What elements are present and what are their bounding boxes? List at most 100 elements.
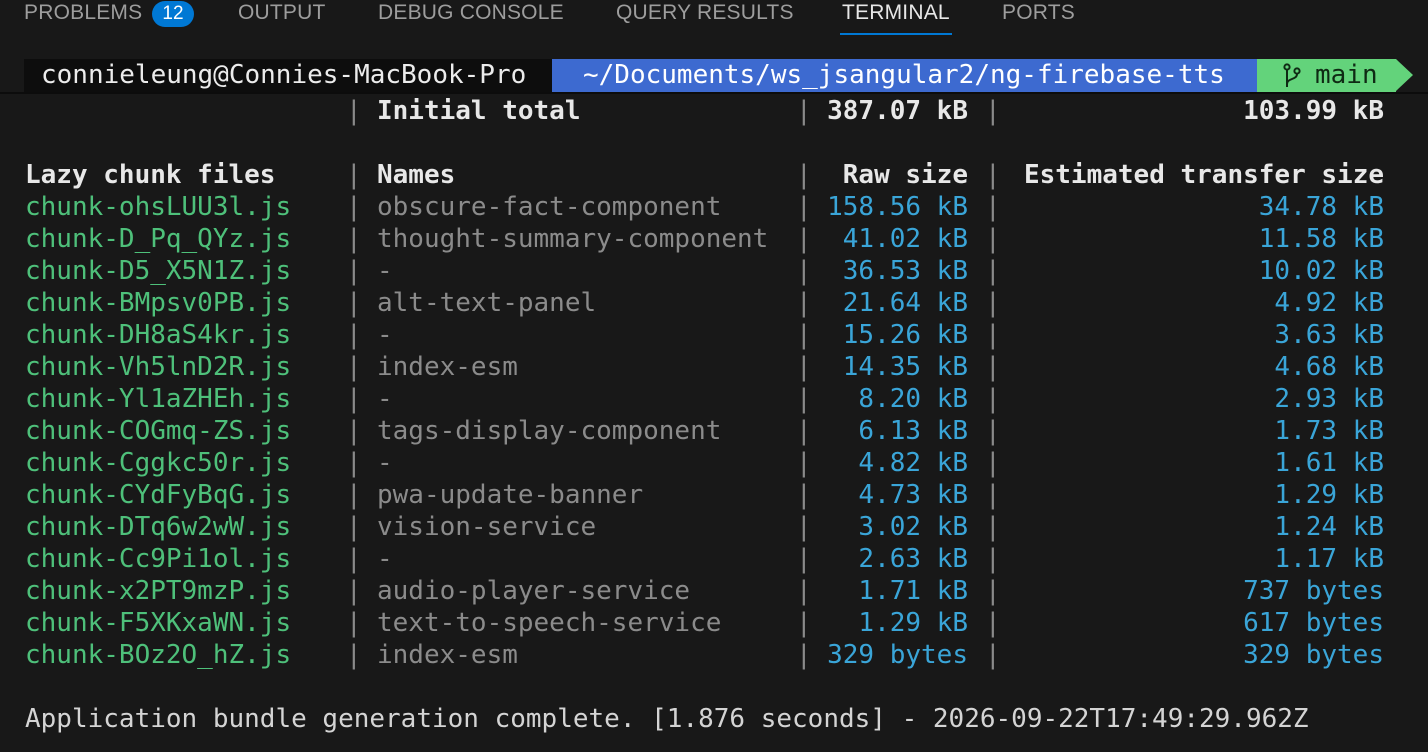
chunk-raw-size: 329 bytes (827, 640, 968, 670)
chunk-transfer-size: 34.78 kB (1258, 192, 1384, 222)
column-separator: | (985, 288, 1001, 318)
tab-output[interactable]: OUTPUT (238, 0, 326, 36)
initial-total-raw: 387.07 kB (827, 96, 968, 126)
chunk-file-name: chunk-DTq6w2wW.js (25, 512, 292, 542)
chunk-transfer-size: 4.68 kB (1274, 352, 1384, 382)
chunk-transfer-size: 1.24 kB (1274, 512, 1384, 542)
chunk-file-name: chunk-COGmq-ZS.js (25, 416, 292, 446)
column-separator: | (346, 480, 362, 510)
column-separator: | (346, 256, 362, 286)
prompt-user-host-segment: connieleung@Connies-MacBook-Pro (24, 59, 552, 92)
chunk-file-name: chunk-Cggkc50r.js (25, 448, 292, 478)
column-separator: | (346, 448, 362, 478)
chunk-transfer-size: 11.58 kB (1258, 224, 1384, 254)
chunk-transfer-size: 2.93 kB (1274, 384, 1384, 414)
tab-label: PORTS (1002, 1, 1075, 24)
column-separator: | (985, 160, 1001, 190)
column-separator: | (346, 416, 362, 446)
column-separator: | (346, 640, 362, 670)
chunk-raw-size: 2.63 kB (858, 544, 968, 574)
chunk-raw-size: 158.56 kB (827, 192, 968, 222)
column-separator: | (985, 416, 1001, 446)
chunk-file-name: chunk-Cc9Pi1ol.js (25, 544, 292, 574)
chunk-file-name: chunk-Vh5lnD2R.js (25, 352, 292, 382)
chunk-raw-size: 8.20 kB (858, 384, 968, 414)
chunk-file-name: chunk-D_Pq_QYz.js (25, 224, 292, 254)
table-row: chunk-Vh5lnD2R.js | index-esm | 14.35 kB | 4.6… (0, 351, 1428, 383)
table-row: chunk-D_Pq_QYz.js | thought-summary-compon… (0, 223, 1428, 255)
column-separator: | (346, 160, 362, 190)
column-separator: | (985, 352, 1001, 382)
initial-total-transfer: 103.99 kB (1243, 96, 1384, 126)
initial-total-label: Initial total (377, 96, 581, 126)
chunk-transfer-size: 737 bytes (1243, 576, 1384, 606)
chunk-raw-size: 3.02 kB (858, 512, 968, 542)
table-row: chunk-Cc9Pi1ol.js | - | 2.63 kB | 1.17 kB (0, 543, 1428, 575)
column-separator: | (985, 224, 1001, 254)
table-row: chunk-F5XKxaWN.js | text-to-speech-service… (0, 607, 1428, 639)
chunk-transfer-size: 1.61 kB (1274, 448, 1384, 478)
table-row: chunk-x2PT9mzP.js | audio-player-service | 1… (0, 575, 1428, 607)
chunk-name: text-to-speech-service (377, 608, 722, 638)
table-row: chunk-DH8aS4kr.js | - | 15.26 kB | 3.63 kB (0, 319, 1428, 351)
chunk-raw-size: 36.53 kB (842, 256, 968, 286)
table-row: chunk-BOz2O_hZ.js | index-esm | 329 bytes | 32… (0, 639, 1428, 671)
tab-terminal[interactable]: TERMINAL (840, 0, 952, 36)
chunk-raw-size: 41.02 kB (842, 224, 968, 254)
tab-debug-console[interactable]: DEBUG CONSOLE (378, 0, 564, 36)
column-separator: | (796, 448, 812, 478)
column-separator: | (796, 544, 812, 574)
column-separator: | (796, 608, 812, 638)
chunk-name: obscure-fact-component (377, 192, 722, 222)
column-separator: | (985, 608, 1001, 638)
column-separator: | (346, 576, 362, 606)
chunk-file-name: chunk-DH8aS4kr.js (25, 320, 292, 350)
column-separator: | (796, 256, 812, 286)
column-separator: | (796, 224, 812, 254)
tab-problems[interactable]: PROBLEMS (24, 0, 142, 36)
active-tab-indicator (840, 33, 952, 35)
column-separator: | (796, 192, 812, 222)
tab-query-results[interactable]: QUERY RESULTS (616, 0, 794, 36)
column-separator: | (796, 480, 812, 510)
column-separator: | (346, 320, 362, 350)
tab-ports[interactable]: PORTS (1002, 0, 1075, 36)
column-separator: | (346, 544, 362, 574)
chunk-name: - (377, 320, 393, 350)
column-separator: | (796, 640, 812, 670)
prompt-path: ~/Documents/ws_jsangular2/ng-firebase-tt… (583, 60, 1225, 90)
chunk-name: tags-display-component (377, 416, 722, 446)
column-separator: | (346, 352, 362, 382)
column-separator: | (796, 288, 812, 318)
header-lazy-chunk-files: Lazy chunk files (25, 160, 276, 190)
chunk-file-name: chunk-F5XKxaWN.js (25, 608, 292, 638)
chunk-name: - (377, 256, 393, 286)
chunk-name: vision-service (377, 512, 597, 542)
column-separator: | (346, 192, 362, 222)
column-separator: | (796, 416, 812, 446)
column-separator: | (796, 384, 812, 414)
chunk-transfer-size: 1.29 kB (1274, 480, 1384, 510)
tab-label: PROBLEMS (24, 1, 143, 24)
column-separator: | (985, 640, 1001, 670)
chunk-raw-size: 14.35 kB (842, 352, 968, 382)
table-row: chunk-D5_X5N1Z.js | - | 36.53 kB | 10.02 kB (0, 255, 1428, 287)
build-complete-message: Application bundle generation complete. … (25, 704, 1309, 734)
chunk-raw-size: 1.71 kB (858, 576, 968, 606)
chunk-name: - (377, 384, 393, 414)
column-separator: | (985, 320, 1001, 350)
chunk-raw-size: 1.29 kB (858, 608, 968, 638)
column-separator: | (796, 160, 812, 190)
problems-count-badge: 12 (152, 1, 194, 27)
header-names: Names (377, 160, 456, 190)
prompt-branch: main (1315, 60, 1378, 90)
shell-prompt: connieleung@Connies-MacBook-Pro ~/Docume… (0, 59, 1428, 92)
chunk-raw-size: 4.73 kB (858, 480, 968, 510)
initial-total-row: | Initial total | 387.07 kB | 103.99 kB (0, 95, 1428, 127)
table-row: chunk-Cggkc50r.js | - | 4.82 kB | 1.61 kB (0, 447, 1428, 479)
column-separator: | (796, 320, 812, 350)
tab-label: DEBUG CONSOLE (378, 1, 564, 24)
chunk-transfer-size: 329 bytes (1243, 640, 1384, 670)
table-row: chunk-Yl1aZHEh.js | - | 8.20 kB | 2.93 kB (0, 383, 1428, 415)
chunk-name: pwa-update-banner (377, 480, 644, 510)
